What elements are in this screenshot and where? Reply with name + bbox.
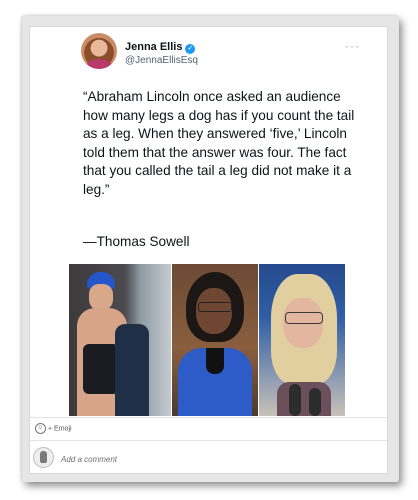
quote-attribution: —Thomas Sowell — [83, 234, 190, 249]
reaction-bar: ☺ + Emoji — [30, 417, 387, 441]
photo-judge[interactable] — [172, 264, 258, 416]
glasses — [198, 302, 232, 312]
emoji-label: Emoji — [54, 425, 72, 433]
embedded-tweet: Jenna Ellis ✓ @JennaEllisEsq ··· “Abraham… — [70, 31, 372, 264]
photo-collage[interactable] — [69, 264, 345, 416]
swimsuit — [83, 344, 119, 394]
tweet-text: “Abraham Lincoln once asked an audience … — [83, 89, 355, 197]
microphone-2 — [309, 388, 321, 416]
swimmer-face — [89, 284, 113, 310]
photo-official[interactable] — [259, 264, 345, 416]
official-glasses — [285, 312, 323, 324]
avatar-shirt — [86, 59, 112, 69]
author-handle[interactable]: @JennaEllisEsq — [125, 55, 198, 66]
author-name[interactable]: Jenna Ellis — [125, 41, 182, 53]
emoji-icon: ☺ — [35, 423, 46, 434]
more-options-icon[interactable]: ··· — [345, 39, 360, 53]
official-shirt — [277, 382, 331, 416]
author-avatar[interactable] — [81, 33, 117, 69]
post-card: Jenna Ellis ✓ @JennaEllisEsq ··· “Abraham… — [29, 26, 388, 474]
collar — [206, 348, 224, 374]
verified-badge-icon: ✓ — [185, 44, 196, 54]
emoji-button[interactable]: ☺ + Emoji — [35, 423, 72, 434]
photo-swimmer[interactable] — [69, 264, 171, 416]
comment-row — [30, 440, 387, 473]
microphone — [289, 384, 301, 416]
comment-input[interactable] — [61, 451, 361, 467]
author-name-row[interactable]: Jenna Ellis ✓ — [125, 41, 196, 54]
commenter-avatar-icon — [33, 447, 54, 468]
towel — [115, 324, 149, 416]
